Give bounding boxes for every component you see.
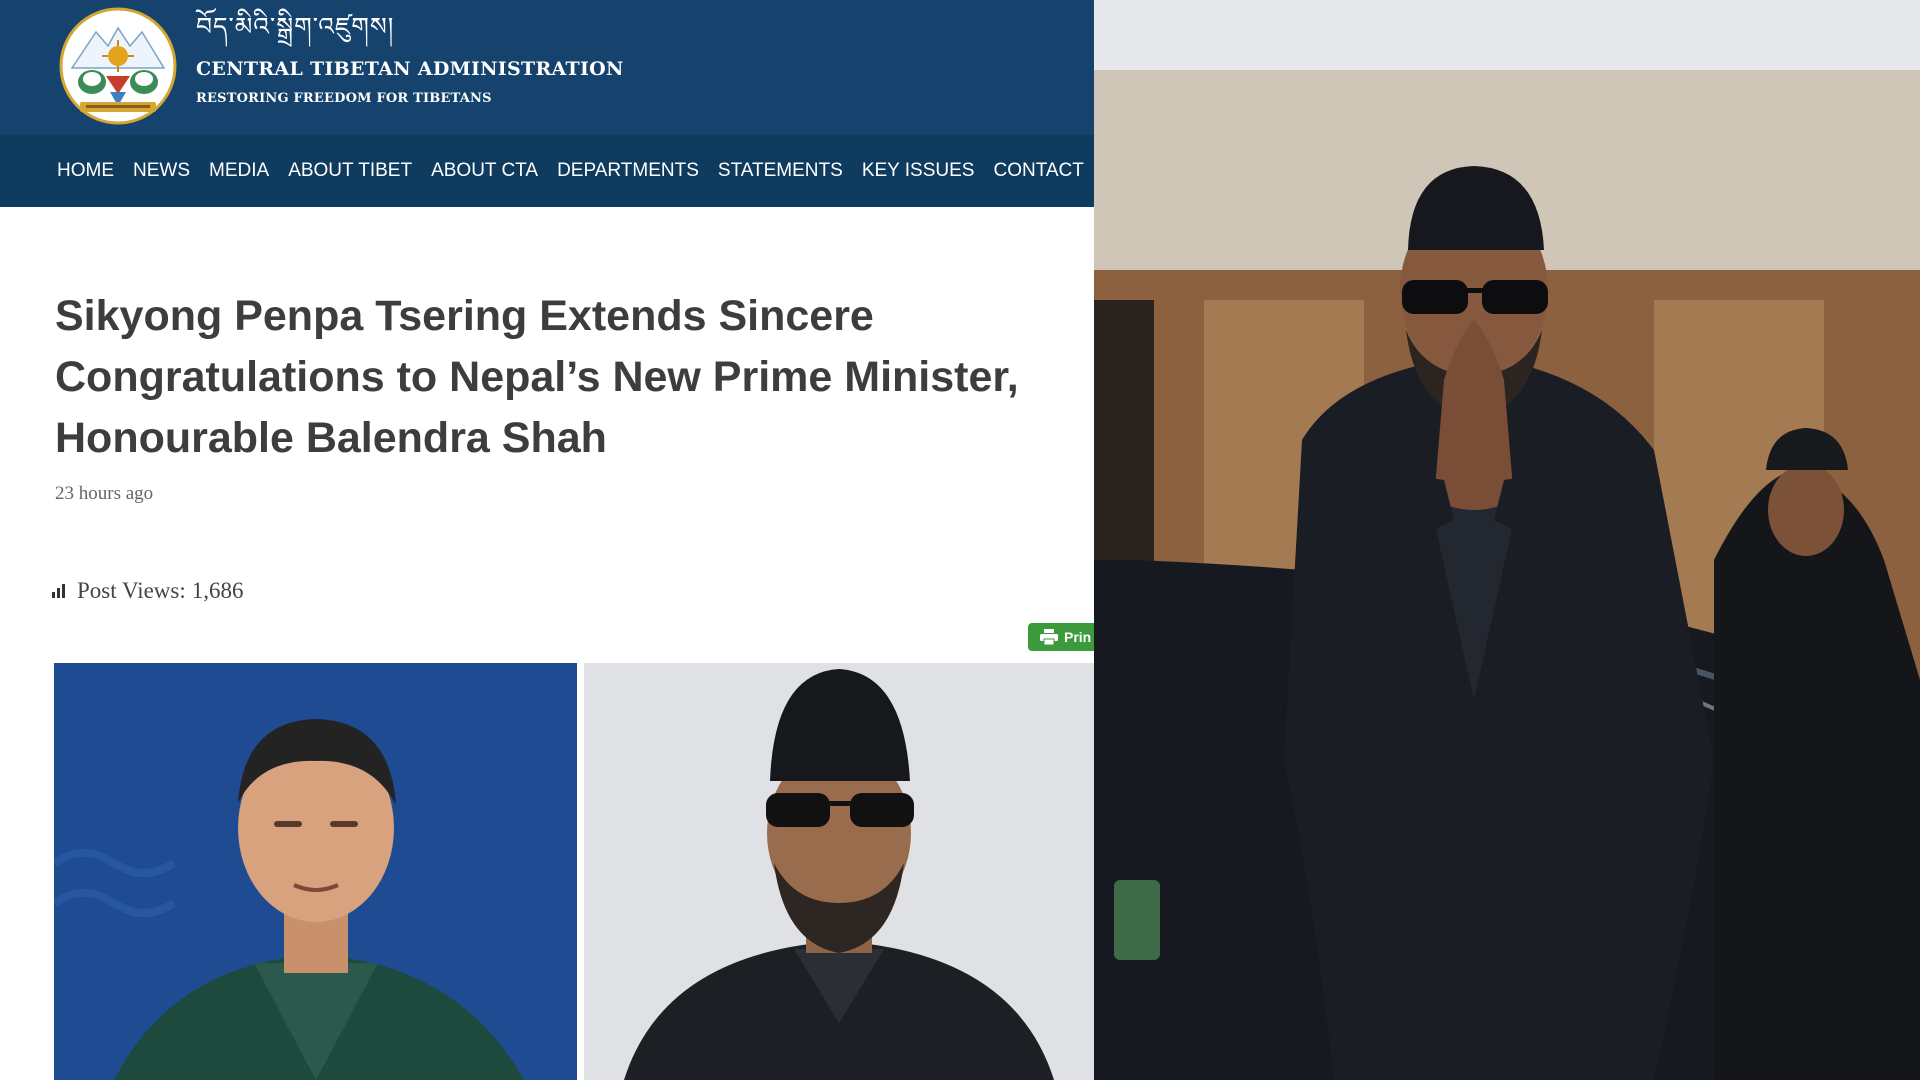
printer-icon: [1040, 629, 1058, 645]
site-header: བོད་མིའི་སྒྲིག་འཛུགས། CENTRAL TIBETAN AD…: [0, 0, 1094, 135]
cta-emblem-icon[interactable]: [58, 6, 178, 126]
balendra-shah-greeting-photo: [1094, 0, 1920, 1080]
sikyong-portrait-image: [54, 663, 577, 1080]
nav-item-media[interactable]: MEDIA: [209, 160, 269, 182]
bar-chart-icon: [52, 584, 65, 598]
nav-item-departments[interactable]: DEPARTMENTS: [557, 160, 699, 182]
website-screenshot: བོད་མིའི་སྒྲིག་འཛུགས། CENTRAL TIBETAN AD…: [0, 0, 1094, 1080]
nav-item-statements[interactable]: STATEMENTS: [718, 160, 843, 182]
nav-item-about-cta[interactable]: ABOUT CTA: [431, 160, 538, 182]
balendra-shah-portrait-image: [584, 663, 1094, 1080]
org-tagline: RESTORING FREEDOM FOR TIBETANS: [196, 91, 492, 106]
post-views: Post Views: 1,686: [52, 578, 244, 604]
org-name-tibetan: བོད་མིའི་སྒྲིག་འཛུགས།: [196, 12, 395, 41]
nav-item-contact[interactable]: CONTACT: [993, 160, 1083, 182]
main-nav: HOME NEWS MEDIA ABOUT TIBET ABOUT CTA DE…: [0, 135, 1094, 207]
print-button[interactable]: Prin: [1028, 623, 1094, 651]
nav-item-home[interactable]: HOME: [57, 160, 114, 182]
post-views-label: Post Views:: [77, 578, 186, 603]
nav-item-about-tibet[interactable]: ABOUT TIBET: [288, 160, 412, 182]
nav-item-news[interactable]: NEWS: [133, 160, 190, 182]
post-views-count: 1,686: [191, 578, 244, 603]
article-title: Sikyong Penpa Tsering Extends Sincere Co…: [55, 292, 1019, 462]
nav-item-key-issues[interactable]: KEY ISSUES: [862, 160, 975, 182]
org-name[interactable]: CENTRAL TIBETAN ADMINISTRATION: [196, 58, 624, 80]
print-label: Prin: [1064, 629, 1092, 645]
article-timestamp: 23 hours ago: [55, 483, 154, 504]
